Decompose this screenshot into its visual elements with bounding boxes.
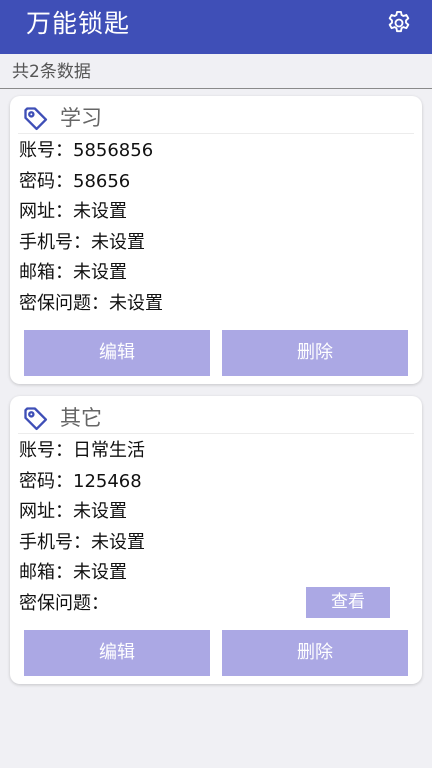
header-divider bbox=[18, 133, 414, 134]
field-label: 密码： bbox=[19, 170, 73, 192]
header-divider bbox=[18, 433, 414, 434]
record-count: 共2条数据 bbox=[12, 62, 91, 82]
category-label: 学习 bbox=[60, 106, 102, 130]
field-value: 125468 bbox=[73, 470, 142, 492]
field-label: 手机号： bbox=[19, 231, 91, 253]
field-value: 日常生活 bbox=[73, 440, 145, 461]
field-value: 未设置 bbox=[91, 531, 145, 553]
gear-icon bbox=[388, 10, 410, 33]
card-header: 学习 bbox=[10, 96, 422, 134]
field-label: 邮箱： bbox=[19, 562, 73, 584]
delete-button[interactable]: 删除 bbox=[222, 630, 408, 676]
field-label: 账号： bbox=[19, 140, 73, 161]
field-value: 未设置 bbox=[73, 501, 127, 523]
tag-icon bbox=[24, 407, 48, 431]
field-list: 账号：5856856 密码：58656 网址：未设置 手机号：未设置 邮箱：未设… bbox=[19, 136, 163, 320]
field-label: 邮箱： bbox=[19, 262, 73, 284]
field-label: 密码： bbox=[19, 470, 73, 492]
field-url: 网址：未设置 bbox=[19, 197, 163, 228]
field-label: 账号： bbox=[19, 440, 73, 461]
field-email: 邮箱：未设置 bbox=[19, 558, 145, 589]
card-header: 其它 bbox=[10, 396, 422, 434]
field-account: 账号：5856856 bbox=[19, 136, 163, 167]
category-label: 其它 bbox=[60, 406, 102, 430]
field-value: 未设置 bbox=[73, 262, 127, 284]
field-value: 未设置 bbox=[73, 562, 127, 584]
view-button[interactable]: 查看 bbox=[306, 587, 390, 618]
app-bar: 万能锁匙 bbox=[0, 0, 432, 54]
field-value: 未设置 bbox=[109, 292, 163, 314]
edit-button[interactable]: 编辑 bbox=[24, 630, 210, 676]
field-security-question: 密保问题：未设置 bbox=[19, 289, 163, 320]
settings-button[interactable] bbox=[384, 8, 414, 38]
field-account: 账号：日常生活 bbox=[19, 436, 145, 467]
field-url: 网址：未设置 bbox=[19, 497, 145, 528]
field-value: 5856856 bbox=[73, 140, 154, 161]
field-value: 未设置 bbox=[91, 231, 145, 253]
tag-icon bbox=[24, 107, 48, 131]
delete-button[interactable]: 删除 bbox=[222, 330, 408, 376]
field-password: 密码：58656 bbox=[19, 167, 163, 198]
field-value: 58656 bbox=[73, 170, 131, 192]
field-label: 网址： bbox=[19, 501, 73, 523]
field-security-question: 密保问题： bbox=[19, 589, 145, 620]
app-title: 万能锁匙 bbox=[26, 9, 131, 38]
field-phone: 手机号：未设置 bbox=[19, 228, 163, 259]
field-list: 账号：日常生活 密码：125468 网址：未设置 手机号：未设置 邮箱：未设置 … bbox=[19, 436, 145, 620]
field-email: 邮箱：未设置 bbox=[19, 258, 163, 289]
field-phone: 手机号：未设置 bbox=[19, 528, 145, 559]
edit-button[interactable]: 编辑 bbox=[24, 330, 210, 376]
entry-card: 学习 账号：5856856 密码：58656 网址：未设置 手机号：未设置 邮箱… bbox=[10, 96, 422, 384]
field-label: 密保问题： bbox=[19, 592, 109, 614]
field-label: 手机号： bbox=[19, 531, 91, 553]
field-label: 密保问题： bbox=[19, 292, 109, 314]
field-password: 密码：125468 bbox=[19, 467, 145, 498]
divider bbox=[0, 88, 432, 89]
field-label: 网址： bbox=[19, 201, 73, 223]
entry-card: 其它 账号：日常生活 密码：125468 网址：未设置 手机号：未设置 邮箱：未… bbox=[10, 396, 422, 684]
field-value: 未设置 bbox=[73, 201, 127, 223]
